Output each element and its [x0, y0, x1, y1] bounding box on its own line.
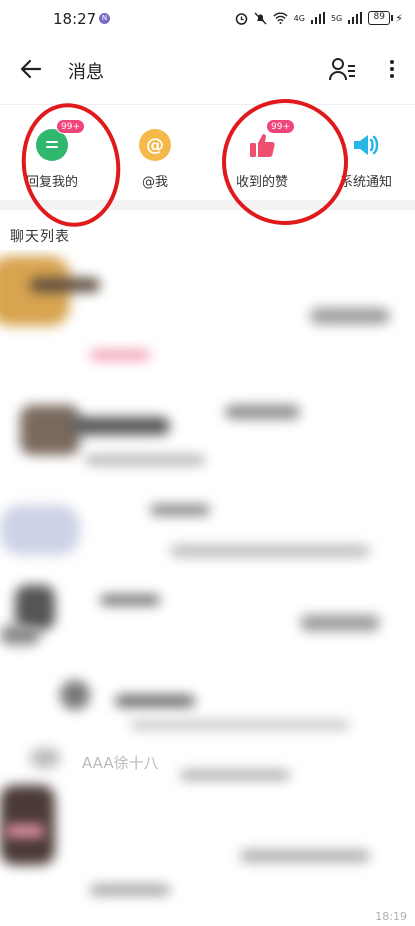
- category-label-system: 系统通知: [339, 175, 392, 190]
- charging-icon: ⚡: [395, 11, 403, 25]
- page-title: 消息: [68, 62, 104, 83]
- app-header: 消息: [0, 38, 415, 100]
- chat-name: AAA徐十八: [82, 754, 159, 772]
- status-bar: 18:27 N 4G 5G 89 ⚡: [0, 0, 415, 38]
- notification-dot-icon: N: [99, 13, 110, 24]
- back-arrow-icon[interactable]: [18, 56, 44, 82]
- avatar: [15, 585, 55, 630]
- status-icons: 4G 5G 89 ⚡: [235, 11, 403, 25]
- speaker-icon: [350, 129, 382, 161]
- chat-list: AAA徐十八 18:19: [0, 250, 415, 926]
- likes-badge: 99+: [266, 119, 295, 134]
- message-preview: [310, 308, 390, 324]
- signal-icon: [310, 12, 325, 24]
- network-label-right: 5G: [330, 13, 343, 23]
- category-label-replies: 回复我的: [25, 175, 78, 190]
- name-text: [115, 695, 195, 707]
- signal-icon-2: [348, 12, 363, 24]
- name-text: [100, 595, 160, 605]
- wifi-icon: [273, 12, 288, 24]
- avatar-detail: [5, 825, 45, 837]
- section-title: 聊天列表: [10, 229, 70, 245]
- at-icon: @: [139, 129, 171, 161]
- category-system[interactable]: 系统通知: [326, 129, 406, 190]
- message-preview: [300, 615, 380, 631]
- avatar: [60, 680, 90, 710]
- chat-item[interactable]: [0, 385, 415, 481]
- category-likes[interactable]: 99+ 收到的赞: [222, 119, 302, 190]
- category-mentions[interactable]: @ @我: [115, 129, 195, 190]
- battery-level: 89: [368, 11, 391, 25]
- message-preview: [90, 885, 170, 895]
- avatar: [0, 505, 80, 555]
- thumbs-up-icon: 99+: [246, 119, 295, 161]
- message-preview: [170, 545, 370, 557]
- avatar-detail: [30, 278, 100, 292]
- name-text: [150, 505, 210, 515]
- message-preview: [130, 720, 350, 730]
- name-text: [70, 417, 170, 435]
- message-preview: [225, 405, 300, 419]
- message-preview: [180, 770, 290, 780]
- avatar-detail: [0, 625, 40, 645]
- network-label-left: 4G: [293, 13, 305, 23]
- contacts-icon[interactable]: [328, 56, 356, 82]
- message-preview: [240, 850, 370, 862]
- category-label-mentions: @我: [141, 175, 168, 190]
- chat-item[interactable]: [0, 585, 415, 681]
- chat-item[interactable]: 18:19: [0, 785, 415, 923]
- chat-item[interactable]: [0, 485, 415, 581]
- category-row: 99+ 回复我的 @ @我 99+ 收到的赞 系统通知: [0, 104, 415, 200]
- section-divider: [0, 200, 415, 210]
- avatar: [30, 748, 60, 768]
- more-options-icon[interactable]: [384, 56, 400, 82]
- message-preview: [85, 455, 205, 465]
- chat-bubble-icon: 99+: [36, 119, 85, 161]
- chat-item[interactable]: [0, 250, 415, 360]
- status-time: 18:27: [53, 10, 97, 28]
- replies-badge: 99+: [56, 119, 85, 134]
- alarm-icon: [235, 12, 247, 25]
- category-replies[interactable]: 99+ 回复我的: [12, 119, 92, 190]
- chat-time: 18:19: [375, 910, 407, 923]
- category-label-likes: 收到的赞: [235, 175, 288, 190]
- message-preview: [90, 350, 150, 360]
- battery-icon: 89 ⚡: [368, 11, 403, 25]
- mute-icon: [254, 12, 267, 24]
